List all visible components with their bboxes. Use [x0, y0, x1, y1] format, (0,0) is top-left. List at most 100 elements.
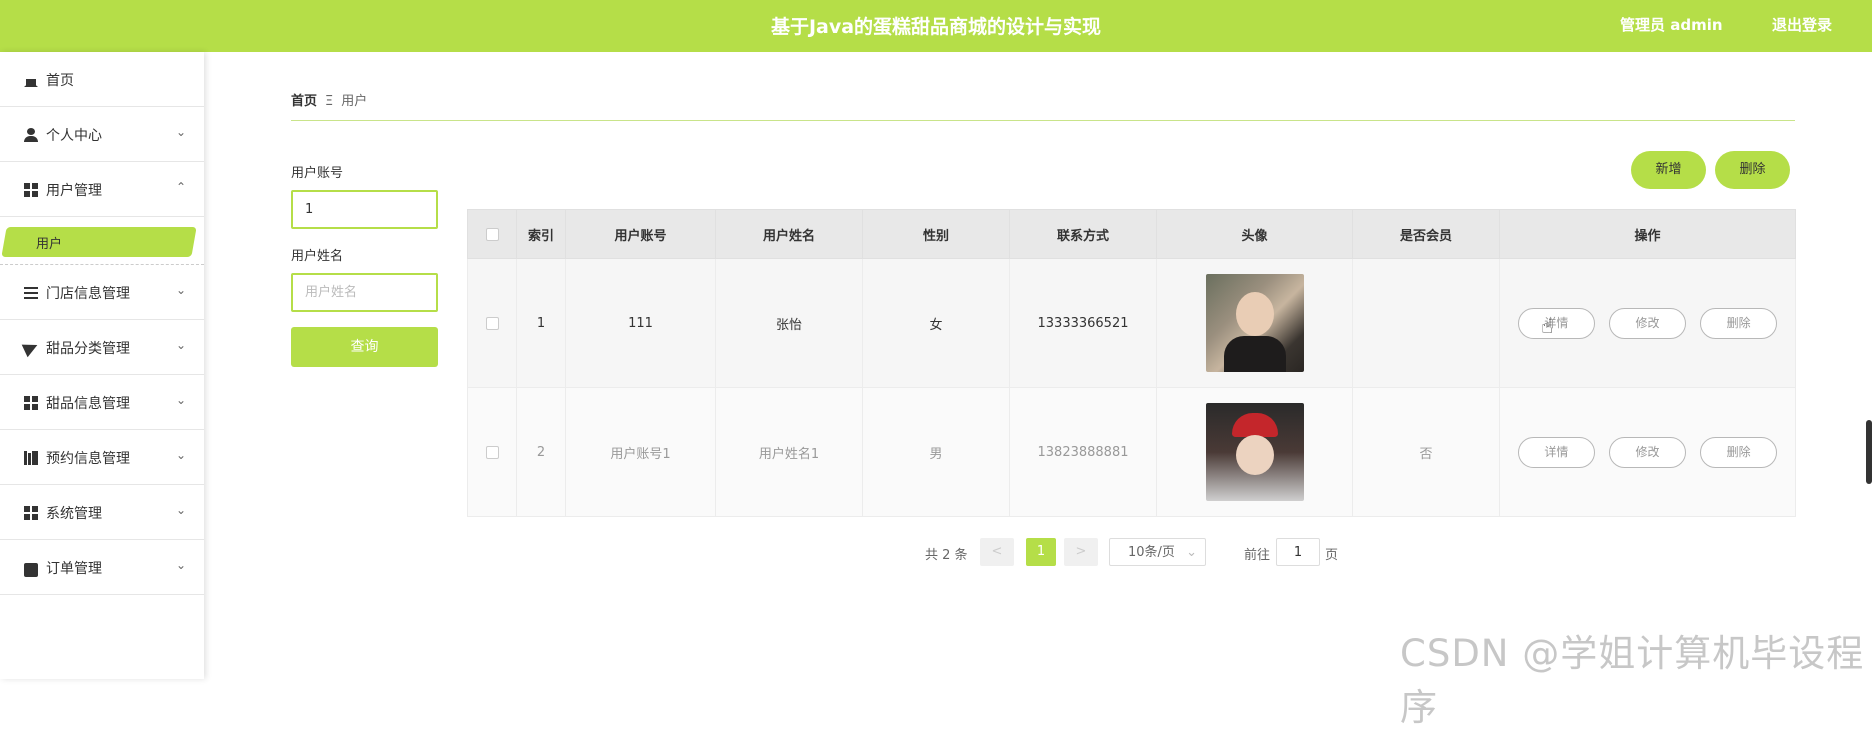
watermark: CSDN @学姐计算机毕设程序 — [1400, 632, 1865, 729]
column-header: 联系方式 — [1009, 209, 1157, 259]
sidebar-item-label: 甜品信息管理 — [46, 396, 130, 412]
chevron-down-icon: ⌄ — [176, 393, 187, 407]
cell-member: 否 — [1352, 387, 1500, 517]
table-row[interactable]: 1 111 张怡 女 13333366521 详情 修改 删除 — [467, 258, 1796, 388]
row-checkbox[interactable] — [485, 316, 499, 330]
page-size-value: 10条/页 — [1128, 545, 1175, 560]
breadcrumb: 首页 Ξ 用户 — [291, 90, 367, 109]
breadcrumb-current: 用户 — [341, 94, 368, 109]
sidebar-item-orders[interactable]: 订单管理 ⌄ — [0, 540, 204, 595]
detail-button[interactable]: 详情 — [1517, 436, 1595, 468]
prev-page-button[interactable]: < — [980, 538, 1014, 566]
goto-page-input[interactable]: 1 — [1276, 538, 1320, 566]
page-unit-label: 页 — [1325, 548, 1339, 563]
name-input[interactable] — [291, 273, 438, 312]
book-icon — [24, 451, 38, 465]
sidebar-item-dessert-category[interactable]: 甜品分类管理 ⌄ — [0, 320, 204, 375]
sidebar-item-label: 门店信息管理 — [46, 286, 130, 302]
row-checkbox-cell[interactable] — [467, 387, 517, 517]
edit-button[interactable]: 修改 — [1609, 436, 1686, 468]
name-label: 用户姓名 — [291, 249, 344, 264]
sidebar-item-user-management[interactable]: 用户管理 ⌃ — [0, 162, 204, 217]
grid-icon — [24, 396, 38, 410]
sidebar-item-home[interactable]: 首页 — [0, 52, 204, 107]
cell-account: 111 — [565, 258, 716, 388]
chevron-down-icon: ⌄ — [176, 125, 187, 139]
cell-gender: 男 — [862, 387, 1010, 517]
cell-index: 2 — [516, 387, 566, 517]
page-size-select[interactable]: 10条/页 ⌄ — [1109, 538, 1206, 566]
sidebar-item-profile[interactable]: 个人中心 ⌄ — [0, 107, 204, 162]
cell-account: 用户账号1 — [565, 387, 716, 517]
cell-index: 1 — [516, 258, 566, 388]
table-row[interactable]: 2 用户账号1 用户姓名1 男 13823888881 否 详情 修改 删除 — [467, 387, 1796, 517]
cell-phone: 13823888881 — [1009, 387, 1157, 517]
add-button[interactable]: 新增 — [1631, 151, 1706, 189]
home-icon — [24, 73, 38, 87]
sidebar-item-dessert-info[interactable]: 甜品信息管理 ⌄ — [0, 375, 204, 430]
breadcrumb-separator-icon: Ξ — [325, 94, 334, 109]
cell-name: 用户姓名1 — [715, 387, 863, 517]
column-header: 用户账号 — [565, 209, 716, 259]
chevron-down-icon: ⌄ — [176, 448, 187, 462]
send-icon — [21, 338, 41, 358]
sidebar-item-system[interactable]: 系统管理 ⌄ — [0, 485, 204, 540]
column-header: 用户姓名 — [715, 209, 863, 259]
chevron-down-icon: ⌄ — [176, 503, 187, 517]
sidebar-item-reservation[interactable]: 预约信息管理 ⌄ — [0, 430, 204, 485]
sidebar-item-store-info[interactable]: 门店信息管理 ⌄ — [0, 265, 204, 320]
cell-phone: 13333366521 — [1009, 258, 1157, 388]
breadcrumb-home[interactable]: 首页 — [291, 94, 317, 109]
breadcrumb-divider — [291, 120, 1795, 121]
hand-pointer-icon: ☝ — [1541, 314, 1554, 338]
chevron-down-icon: ⌄ — [1186, 545, 1197, 560]
cell-member — [1352, 258, 1500, 388]
row-delete-button[interactable]: 删除 — [1700, 436, 1778, 468]
chevron-down-icon: ⌄ — [176, 283, 187, 297]
account-label: 用户账号 — [291, 166, 344, 181]
scrollbar-thumb[interactable] — [1866, 420, 1872, 484]
row-checkbox-cell[interactable] — [467, 258, 517, 388]
grid-icon — [24, 506, 38, 520]
goto-label: 前往 — [1244, 548, 1271, 563]
user-table: 索引 用户账号 用户姓名 性别 联系方式 头像 是否会员 操作 1 111 张怡… — [467, 209, 1796, 517]
delete-button[interactable]: 删除 — [1715, 151, 1790, 189]
pagination-total: 共 2 条 — [925, 548, 968, 563]
sidebar-item-label: 预约信息管理 — [46, 451, 130, 467]
search-button[interactable]: 查询 — [291, 327, 438, 367]
select-all-cell[interactable] — [467, 209, 517, 259]
cell-name: 张怡 — [715, 258, 863, 388]
top-header: 基于Java的蛋糕甜品商城的设计与实现 管理员 admin 退出登录 — [0, 0, 1872, 52]
detail-button[interactable]: 详情 — [1517, 307, 1595, 339]
row-delete-button[interactable]: 删除 — [1700, 307, 1778, 339]
sidebar-item-label: 用户管理 — [46, 183, 102, 199]
cell-avatar — [1156, 387, 1353, 517]
admin-user-label: 管理员 admin — [1620, 16, 1723, 34]
logout-link[interactable]: 退出登录 — [1772, 14, 1832, 35]
sidebar-item-label: 首页 — [46, 73, 74, 89]
user-icon — [24, 128, 38, 142]
sidebar-item-label: 订单管理 — [46, 561, 102, 577]
table-header-row: 索引 用户账号 用户姓名 性别 联系方式 头像 是否会员 操作 — [467, 209, 1796, 259]
column-header: 是否会员 — [1352, 209, 1500, 259]
active-highlight — [1, 227, 197, 257]
ticket-icon — [24, 563, 38, 577]
sidebar-subitem-label: 用户 — [36, 237, 63, 252]
column-header: 操作 — [1499, 209, 1796, 259]
next-page-button[interactable]: > — [1064, 538, 1098, 566]
grid-icon — [24, 183, 38, 197]
page-number-current[interactable]: 1 — [1026, 538, 1056, 566]
sidebar-subitem-users[interactable]: 用户 — [0, 217, 204, 265]
avatar — [1205, 403, 1304, 501]
sidebar-item-label: 系统管理 — [46, 506, 102, 522]
chevron-down-icon: ⌄ — [176, 338, 187, 352]
column-header: 性别 — [862, 209, 1010, 259]
account-input[interactable] — [291, 190, 438, 229]
cell-gender: 女 — [862, 258, 1010, 388]
edit-button[interactable]: 修改 — [1609, 307, 1686, 339]
sidebar-item-label: 个人中心 — [46, 128, 102, 144]
select-all-checkbox[interactable] — [485, 227, 499, 241]
list-icon — [24, 286, 38, 300]
column-header: 头像 — [1156, 209, 1353, 259]
row-checkbox[interactable] — [485, 445, 499, 459]
